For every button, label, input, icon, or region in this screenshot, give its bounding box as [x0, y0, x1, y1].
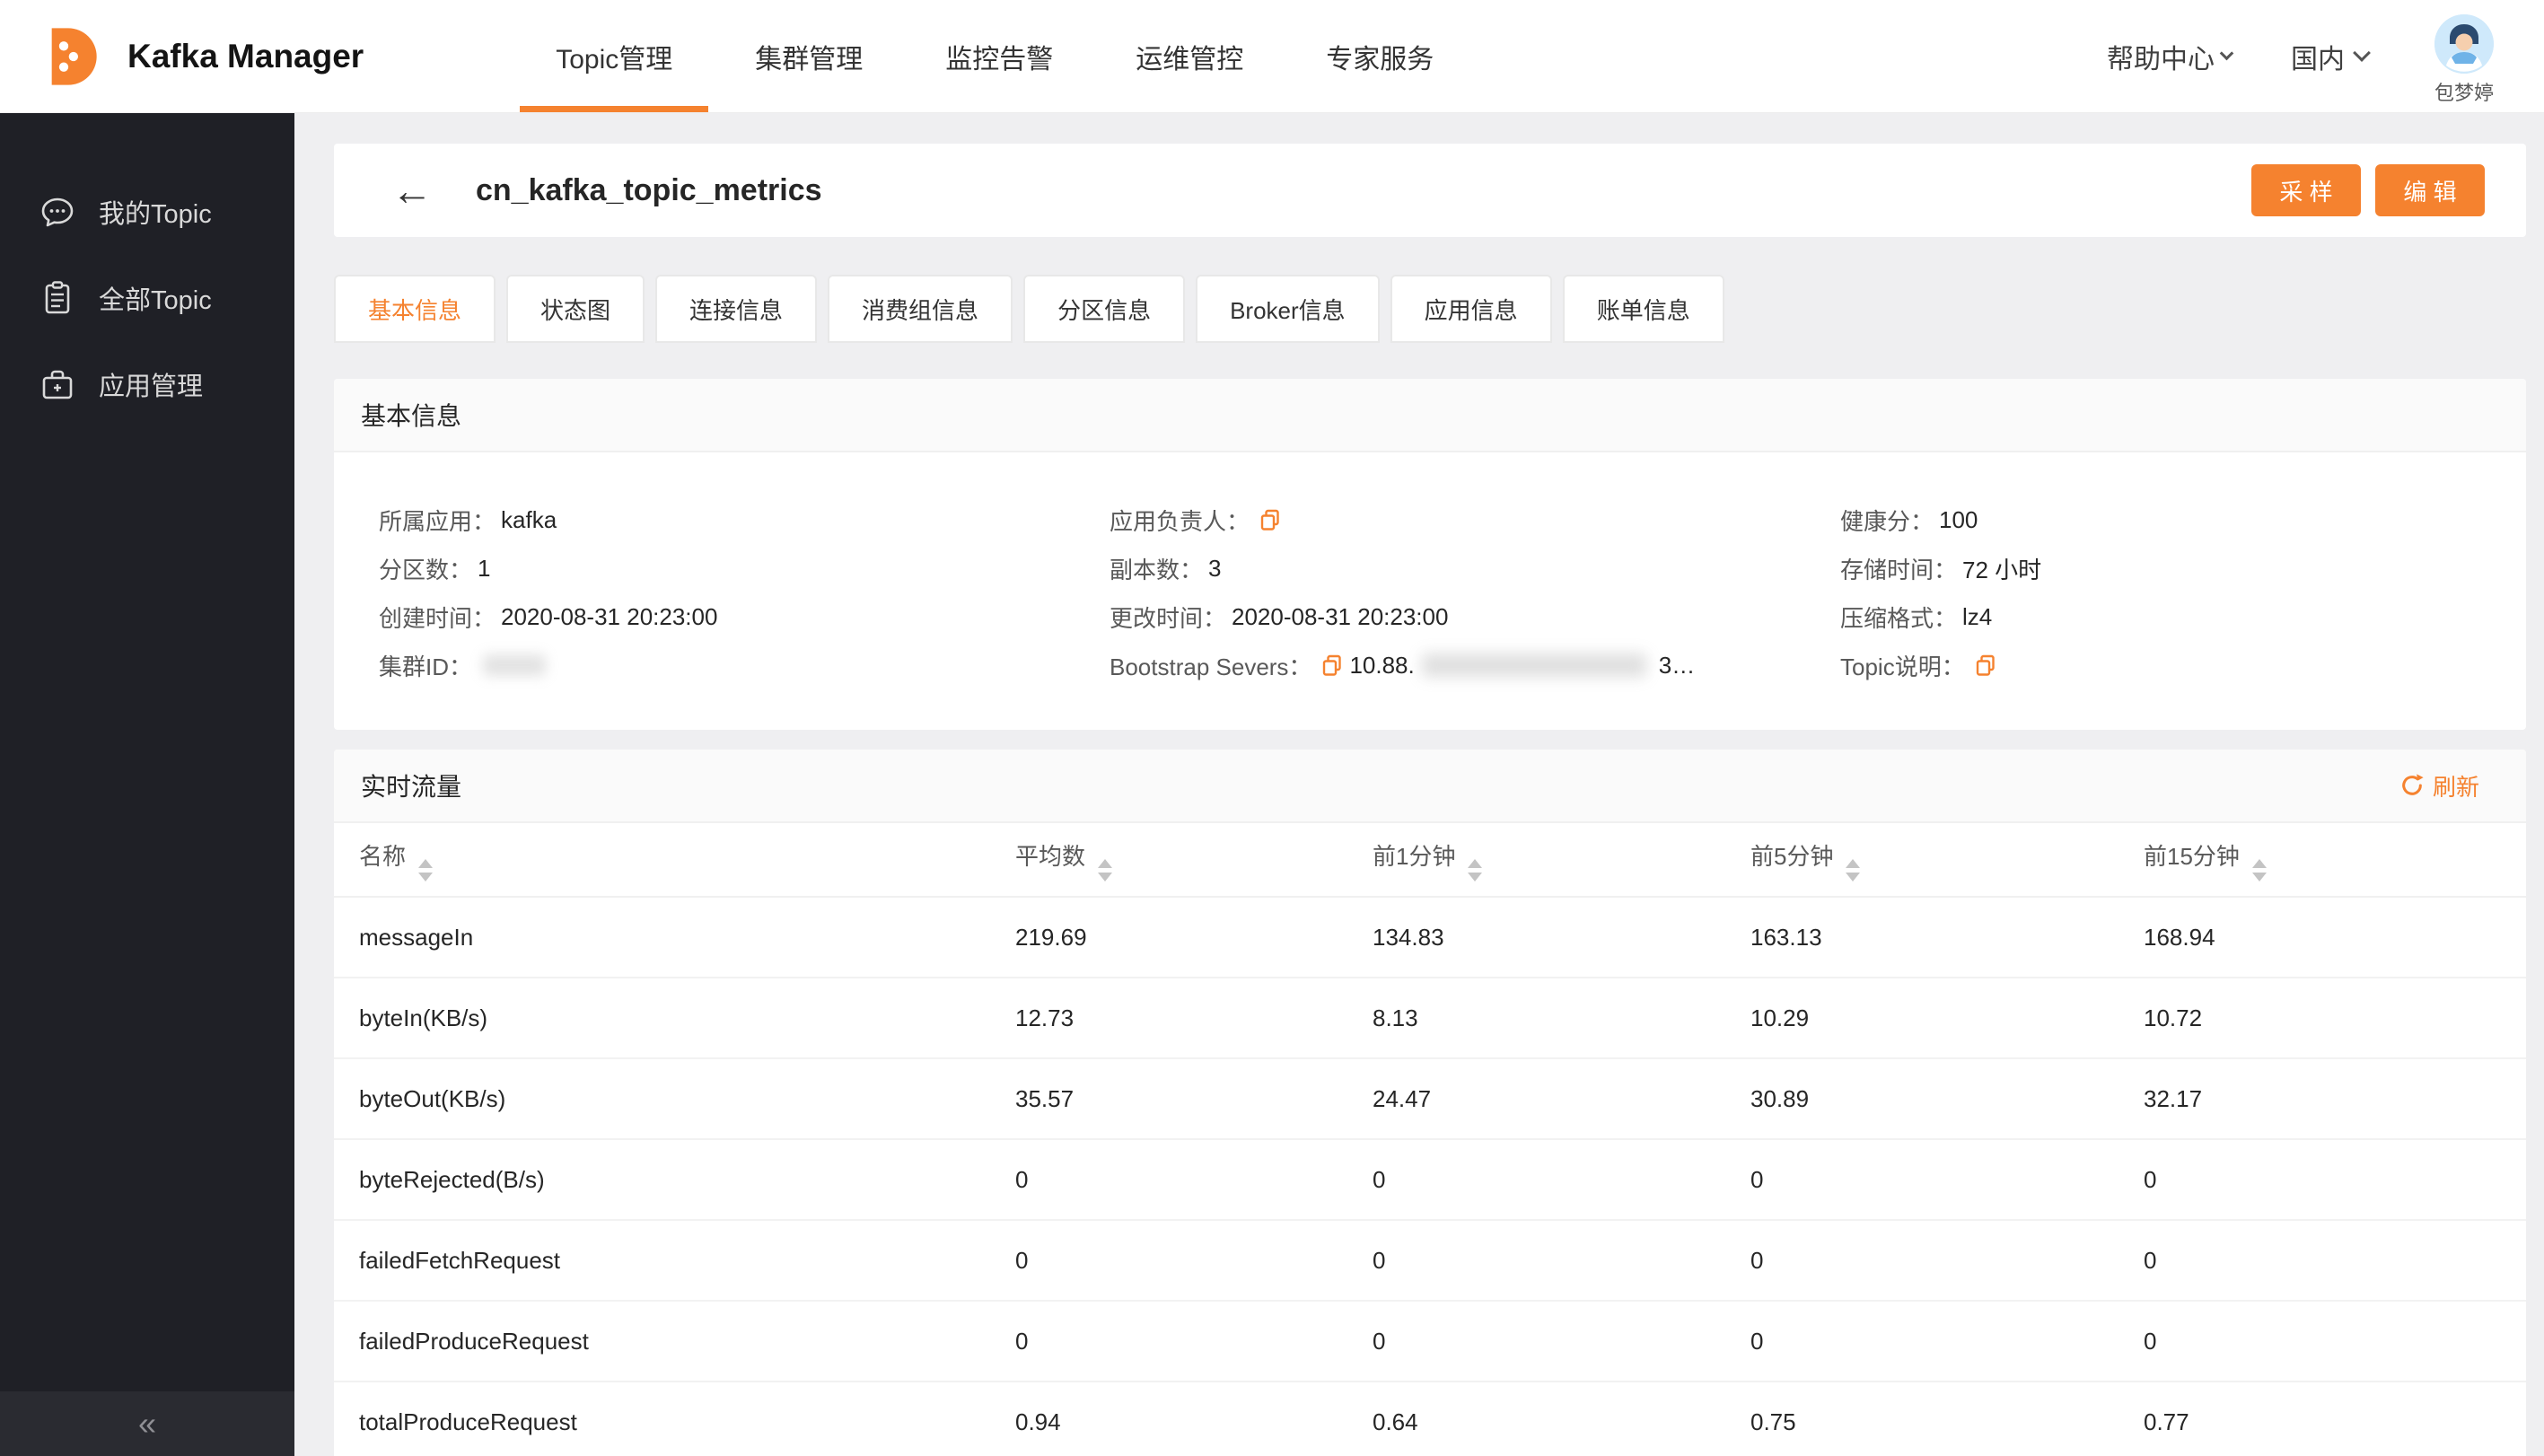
field-create-time: 创建时间： 2020-08-31 20:23:00	[379, 602, 718, 632]
nav-item-ops-control[interactable]: 运维管控	[1094, 0, 1285, 112]
help-center-label: 帮助中心	[2106, 44, 2215, 75]
edit-button[interactable]: 编 辑	[2375, 164, 2485, 216]
top-nav: Topic管理 集群管理 监控告警 运维管控 专家服务	[514, 0, 1475, 112]
sidebar-item-all-topic[interactable]: 全部Topic	[0, 255, 294, 341]
col-header-last-1min[interactable]: 前1分钟	[1347, 823, 1725, 898]
tab-connection-info[interactable]: 连接信息	[655, 275, 818, 343]
top-header: Kafka Manager Topic管理 集群管理 监控告警 运维管控 专家服…	[0, 0, 2544, 113]
basic-info-section: 基本信息 所属应用： kafka 应用负责人： 健康分： 100 分区数： 1 …	[334, 379, 2526, 730]
traffic-table-header-row: 名称 平均数 前1分钟 前5分钟 前15分钟	[334, 823, 2526, 898]
sort-icon[interactable]	[2251, 858, 2267, 881]
col-header-last-15min[interactable]: 前15分钟	[2119, 823, 2526, 898]
tab-broker-info[interactable]: Broker信息	[1196, 275, 1380, 343]
table-row: totalProduceRequest 0.94 0.64 0.75 0.77	[334, 1381, 2526, 1456]
collapse-icon: «	[137, 1405, 157, 1442]
topic-title-card: ← cn_kafka_topic_metrics 采 样 编 辑	[334, 144, 2526, 237]
refresh-label: 刷新	[2432, 773, 2479, 801]
realtime-traffic-section: 实时流量 刷新 名称 平均数 前1分钟 前5分钟 前15分钟 messageIn…	[334, 750, 2526, 1456]
user-profile[interactable]: 包梦婷	[2434, 13, 2494, 106]
field-cluster-id: 集群ID：	[334, 641, 1065, 689]
field-owning-app: 所属应用： kafka	[379, 505, 557, 535]
sort-icon[interactable]	[418, 858, 434, 881]
app-box-icon	[42, 370, 73, 399]
redacted-blur	[1421, 653, 1646, 677]
app-logo	[32, 21, 104, 92]
detail-tabs: 基本信息 状态图 连接信息 消费组信息 分区信息 Broker信息 应用信息 账…	[334, 275, 2526, 343]
copy-icon[interactable]	[1974, 653, 1997, 677]
field-replica-count: 副本数： 3	[1110, 554, 1222, 583]
refresh-button[interactable]: 刷新	[2399, 769, 2479, 803]
back-button[interactable]: ←	[391, 170, 433, 211]
region-label: 国内	[2290, 44, 2345, 75]
tab-consumer-group-info[interactable]: 消费组信息	[828, 275, 1013, 343]
tab-status-chart[interactable]: 状态图	[506, 275, 645, 343]
chevron-down-icon	[2219, 46, 2234, 61]
realtime-traffic-section-header: 实时流量 刷新	[334, 750, 2526, 823]
field-partition-count: 分区数： 1	[379, 554, 491, 583]
chevron-down-icon	[2353, 43, 2371, 62]
col-header-name[interactable]: 名称	[334, 823, 990, 898]
col-header-last-5min[interactable]: 前5分钟	[1725, 823, 2119, 898]
copy-icon[interactable]	[1259, 508, 1282, 531]
avatar[interactable]	[2434, 13, 2494, 74]
main-content: ← cn_kafka_topic_metrics 采 样 编 辑 基本信息 状态…	[294, 113, 2544, 1456]
tab-billing-info[interactable]: 账单信息	[1562, 275, 1724, 343]
sidebar: 我的Topic 全部Topic 应用管理 «	[0, 113, 294, 1456]
sort-icon[interactable]	[1468, 858, 1483, 881]
tab-app-info[interactable]: 应用信息	[1390, 275, 1552, 343]
page-title: cn_kafka_topic_metrics	[476, 172, 822, 207]
redacted-blur	[483, 654, 547, 676]
nav-item-cluster-management[interactable]: 集群管理	[714, 0, 904, 112]
sidebar-item-my-topic[interactable]: 我的Topic	[0, 169, 294, 255]
table-row: failedFetchRequest 0 0 0 0	[334, 1220, 2526, 1302]
region-selector[interactable]: 国内	[2290, 37, 2371, 76]
table-row: byteOut(KB/s) 35.57 24.47 30.89 32.17	[334, 1058, 2526, 1140]
section-title: 基本信息	[361, 402, 462, 430]
field-compression-format: 压缩格式： lz4	[1840, 602, 1993, 632]
tab-partition-info[interactable]: 分区信息	[1023, 275, 1186, 343]
sample-button[interactable]: 采 样	[2251, 164, 2361, 216]
traffic-table: 名称 平均数 前1分钟 前5分钟 前15分钟 messageIn 219.69 …	[334, 823, 2526, 1456]
help-center-menu[interactable]: 帮助中心	[2106, 37, 2234, 76]
table-row: messageIn 219.69 134.83 163.13 168.94	[334, 897, 2526, 978]
field-app-owner: 应用负责人：	[1065, 496, 1795, 544]
nav-item-monitor-alert[interactable]: 监控告警	[904, 0, 1094, 112]
table-row: byteIn(KB/s) 12.73 8.13 10.29 10.72	[334, 978, 2526, 1059]
table-row: byteRejected(B/s) 0 0 0 0	[334, 1139, 2526, 1221]
chat-bubble-icon	[41, 197, 74, 227]
sidebar-item-label: 我的Topic	[99, 200, 212, 229]
sort-icon[interactable]	[1098, 858, 1113, 881]
field-modify-time: 更改时间： 2020-08-31 20:23:00	[1110, 602, 1449, 632]
nav-item-topic-management[interactable]: Topic管理	[514, 0, 714, 112]
field-health-score: 健康分： 100	[1840, 505, 1978, 535]
clipboard-icon	[45, 281, 70, 314]
field-bootstrap-servers: Bootstrap Severs： 10.88. 3…	[1110, 651, 1696, 680]
sort-icon[interactable]	[1846, 858, 1861, 881]
section-title: 实时流量	[361, 773, 462, 801]
tab-basic-info[interactable]: 基本信息	[334, 275, 496, 343]
refresh-icon	[2402, 774, 2424, 795]
col-header-average[interactable]: 平均数	[990, 823, 1347, 898]
copy-icon[interactable]	[1320, 653, 1344, 677]
basic-info-section-header: 基本信息	[334, 379, 2526, 452]
sidebar-collapse-button[interactable]: «	[0, 1391, 294, 1456]
page-layout: 我的Topic 全部Topic 应用管理 « ← cn_kafka_topic_…	[0, 113, 2544, 1456]
sidebar-item-label: 全部Topic	[99, 286, 212, 315]
field-retention-time: 存储时间： 72 小时	[1840, 556, 2042, 583]
sidebar-item-label: 应用管理	[99, 373, 204, 401]
app-title: Kafka Manager	[127, 37, 364, 75]
field-topic-description: Topic说明：	[1795, 641, 2526, 689]
basic-info-grid: 所属应用： kafka 应用负责人： 健康分： 100 分区数： 1 副本数： …	[334, 452, 2526, 730]
table-row: failedProduceRequest 0 0 0 0	[334, 1301, 2526, 1382]
user-name: 包梦婷	[2434, 81, 2494, 104]
nav-item-expert-service[interactable]: 专家服务	[1285, 0, 1475, 112]
sidebar-item-app-management[interactable]: 应用管理	[0, 341, 294, 427]
